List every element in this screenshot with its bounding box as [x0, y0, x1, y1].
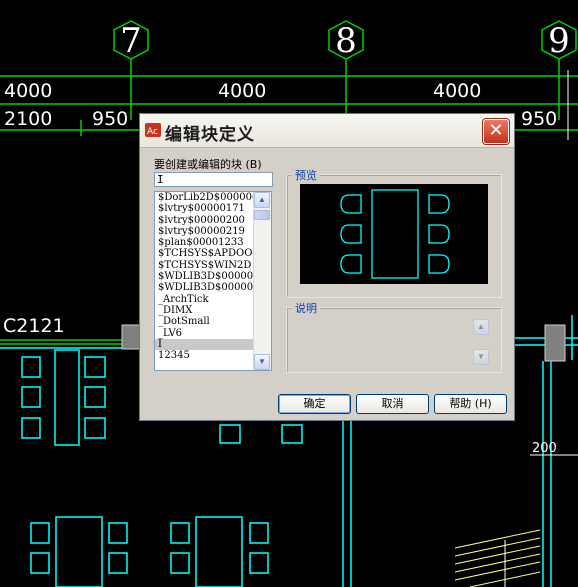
dialog-titlebar[interactable]: Ac 编辑块定义 ✕: [140, 114, 514, 148]
axis-bubble-7: 7: [113, 20, 149, 61]
svg-text:Ac: Ac: [147, 127, 158, 137]
description-group: [286, 307, 502, 373]
dim-4000-mid: 4000: [218, 80, 266, 102]
block-list-item[interactable]: $lvtry$00000200: [155, 215, 254, 226]
block-listbox[interactable]: $DorLib2D$000000 $lvtry$00000171 $lvtry$00…: [154, 191, 272, 371]
dim-200: 200: [532, 441, 557, 456]
table-group-bottom: [30, 516, 269, 587]
table-group-left: [21, 349, 106, 446]
edit-block-definition-dialog: Ac 编辑块定义 ✕ 要创建或编辑的块 (B) I $DorLib2D$0000…: [139, 113, 515, 421]
dim-4000-left: 4000: [4, 80, 52, 102]
block-list-item[interactable]: $WDLIB3D$0000026: [155, 282, 254, 293]
preview-group-title: 预览: [292, 167, 320, 183]
block-list-item[interactable]: $TCHSYS$WIN2D: [155, 260, 254, 271]
help-button[interactable]: 帮助 (H): [434, 394, 507, 414]
block-list-item[interactable]: _DotSmall: [155, 316, 254, 327]
stair-hatch: [454, 529, 541, 587]
block-list-item[interactable]: _LV6: [155, 328, 254, 339]
dim-950-right: 950: [521, 108, 557, 130]
block-list-label: 要创建或编辑的块 (B): [154, 158, 262, 171]
dim-4000-right: 4000: [433, 80, 481, 102]
axis-label-8: 8: [335, 21, 357, 61]
autocad-app-icon: Ac: [145, 123, 161, 137]
block-list-item[interactable]: $WDLIB3D$0000001: [155, 271, 254, 282]
close-icon[interactable]: ✕: [483, 119, 509, 144]
block-list-item[interactable]: _DIMX: [155, 305, 254, 316]
axis-bubble-9: 9: [541, 20, 577, 61]
axis-label-7: 7: [120, 21, 142, 61]
description-scrollbar[interactable]: ▲ ▼: [473, 319, 491, 367]
dim-2100: 2100: [4, 108, 52, 130]
axis-bubble-8: 8: [328, 20, 364, 61]
block-list-item[interactable]: I: [155, 338, 254, 351]
table-group-center: [219, 424, 303, 444]
desc-scroll-up-icon[interactable]: ▲: [473, 319, 489, 335]
block-list-item[interactable]: _ArchTick: [155, 294, 254, 305]
dim-950-left: 950: [92, 108, 128, 130]
scroll-thumb[interactable]: [254, 210, 270, 220]
block-list-item[interactable]: $lvtry$00000219: [155, 226, 254, 237]
block-list-item[interactable]: $DorLib2D$000000: [155, 192, 254, 203]
block-list-item[interactable]: $TCHSYS$APDOOR2D: [155, 248, 254, 259]
block-list-item[interactable]: 12345: [155, 350, 254, 361]
ok-button[interactable]: 确定: [278, 394, 351, 414]
dialog-title: 编辑块定义: [165, 125, 255, 145]
window-tag-c2121: C2121: [3, 315, 65, 337]
description-group-title: 说明: [292, 300, 320, 316]
block-preview: [300, 184, 488, 284]
block-list-item[interactable]: $lvtry$00000171: [155, 203, 254, 214]
scroll-up-icon[interactable]: ▲: [254, 192, 270, 208]
block-name-input[interactable]: I: [154, 172, 273, 187]
scroll-down-icon[interactable]: ▼: [254, 354, 270, 370]
block-list-item[interactable]: $plan$00001233: [155, 237, 254, 248]
list-scrollbar[interactable]: ▲ ▼: [253, 192, 271, 370]
axis-label-9: 9: [548, 21, 570, 61]
cancel-button[interactable]: 取消: [356, 394, 429, 414]
desc-scroll-down-icon[interactable]: ▼: [473, 349, 489, 365]
